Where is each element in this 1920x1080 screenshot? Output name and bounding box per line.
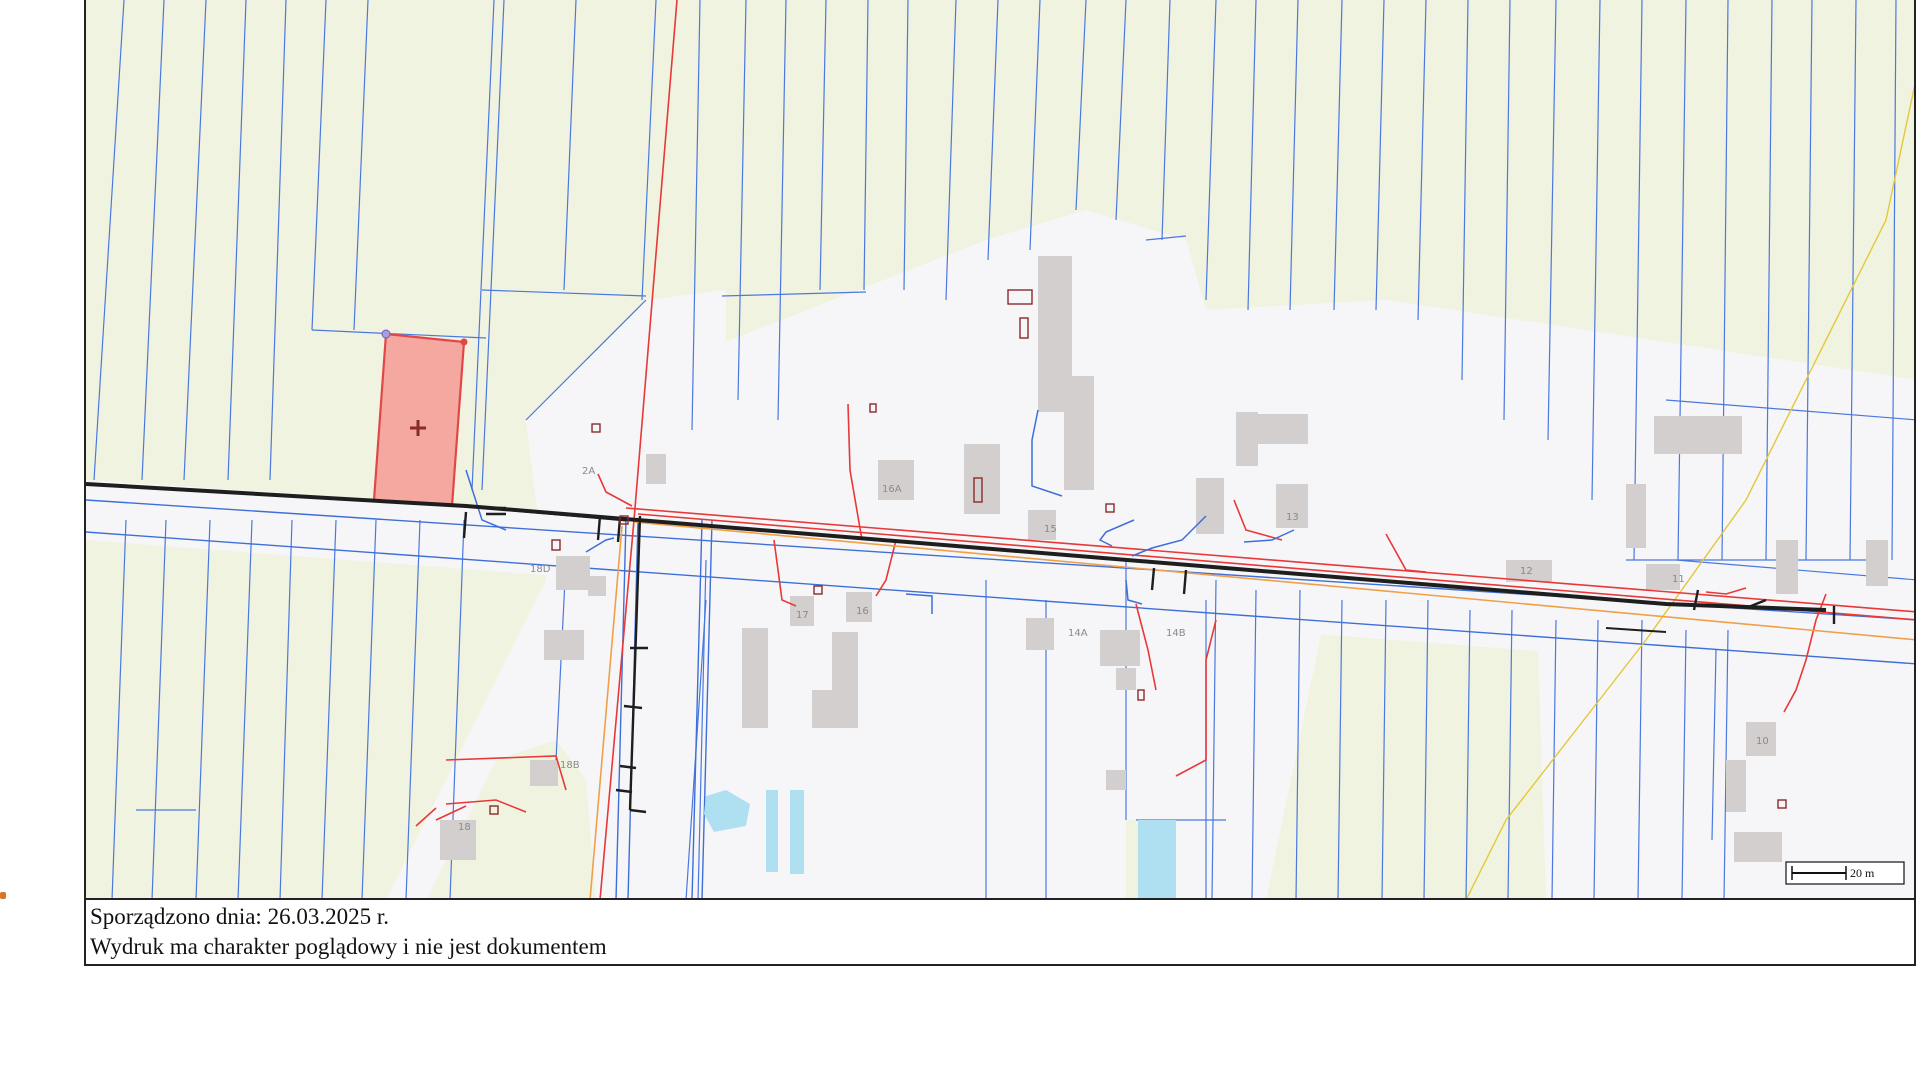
map-frame[interactable]: 2A 16A 15 13 18D 17 16 14A 14B 12 11 18B… [84, 0, 1916, 900]
address-label-18D: 18D [530, 564, 551, 575]
address-label-12: 12 [1520, 566, 1533, 577]
parcel-vertex-marker [381, 329, 391, 339]
address-label-14B: 14B [1166, 628, 1186, 639]
caption-box: Sporządzono dnia: 26.03.2025 r. Wydruk m… [84, 900, 1916, 966]
date-line: Sporządzono dnia: 26.03.2025 r. [90, 904, 389, 929]
address-label-17: 17 [796, 610, 809, 621]
address-label-2A: 2A [582, 466, 595, 477]
address-label-18B: 18B [560, 760, 580, 771]
scale-bar: 20 m [1785, 861, 1905, 885]
address-label-16: 16 [856, 606, 869, 617]
address-label-14A: 14A [1068, 628, 1088, 639]
map-canvas[interactable]: 2A 16A 15 13 18D 17 16 14A 14B 12 11 18B… [86, 0, 1916, 900]
scale-label: 20 m [1850, 866, 1875, 880]
disclaimer-line: Wydruk ma charakter poglądowy i nie jest… [90, 934, 607, 959]
address-label-18: 18 [458, 822, 471, 833]
address-label-10: 10 [1756, 736, 1769, 747]
address-label-13: 13 [1286, 512, 1299, 523]
address-label-15: 15 [1044, 524, 1057, 535]
address-label-16A: 16A [882, 484, 902, 495]
scan-speck [0, 892, 6, 899]
address-label-11: 11 [1672, 574, 1685, 585]
